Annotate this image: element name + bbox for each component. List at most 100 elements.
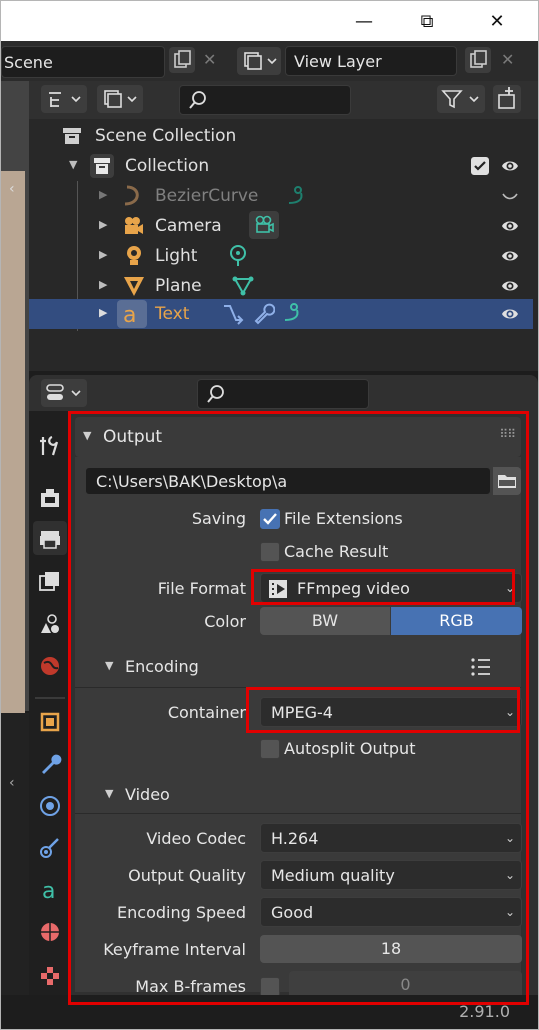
- new-view-layer-button[interactable]: [465, 47, 491, 73]
- image-stack-icon: [39, 572, 59, 591]
- tab-data[interactable]: a: [33, 873, 67, 907]
- copy-icon: [470, 50, 487, 68]
- top-header: Scene ✕ View Layer ✕: [1, 41, 538, 81]
- blender-window: — ⧉ ✕ Scene ✕ View Layer ✕ ‹ ‹ Scene Col…: [0, 0, 539, 1030]
- camera-data-icon: [255, 215, 274, 233]
- window-titlebar: — ⧉ ✕: [1, 1, 538, 41]
- svg-text:a: a: [123, 303, 136, 328]
- outliner-item-light[interactable]: ▶ Light: [29, 241, 533, 271]
- text-object-icon-bg: a: [117, 300, 147, 328]
- expand-triangle-icon[interactable]: ▶: [99, 278, 107, 291]
- tab-modifiers[interactable]: [33, 747, 67, 781]
- tab-object[interactable]: [33, 705, 67, 739]
- scene-collection-row[interactable]: Scene Collection: [29, 121, 533, 151]
- outliner-item-plane[interactable]: ▶ Plane: [29, 271, 533, 301]
- curve-icon: [124, 185, 139, 206]
- expand-triangle-icon[interactable]: ▼: [69, 158, 77, 171]
- expand-triangle-icon[interactable]: ▶: [99, 248, 107, 261]
- view-layer-browse[interactable]: [237, 47, 281, 75]
- camera-icon: [125, 217, 143, 234]
- filter-type-dropdown[interactable]: [97, 85, 143, 113]
- highlight-box-file-format: [251, 569, 515, 605]
- wrench-icon: [42, 754, 62, 774]
- outliner-tree: Scene Collection ▼ Collection ▶ BezierCu…: [29, 119, 538, 371]
- outliner-item-text[interactable]: ▶ a Text: [29, 299, 533, 329]
- collapse-arrow-icon[interactable]: ‹: [9, 775, 15, 791]
- close-button[interactable]: ✕: [474, 1, 520, 41]
- tab-scene[interactable]: [33, 607, 67, 641]
- minimize-button[interactable]: —: [341, 1, 387, 41]
- tab-world[interactable]: [33, 649, 67, 683]
- camera-data-button[interactable]: [249, 211, 279, 239]
- search-icon: [189, 91, 206, 109]
- filter-dropdown[interactable]: [437, 85, 485, 113]
- new-collection-icon: [498, 87, 515, 109]
- wrench-icon: [254, 303, 275, 325]
- outliner-item-beziercurve[interactable]: ▶ BezierCurve: [29, 181, 533, 211]
- scene-selector[interactable]: Scene: [1, 46, 165, 78]
- tab-output[interactable]: [33, 521, 67, 555]
- collapse-arrow-icon[interactable]: ‹: [9, 181, 15, 197]
- text-object-icon: a: [123, 303, 136, 328]
- material-icon: [41, 923, 59, 941]
- copy-icon: [174, 50, 191, 68]
- svg-text:a: a: [42, 879, 55, 903]
- tool-icon: [40, 435, 59, 456]
- outliner-item-camera[interactable]: ▶ Camera: [29, 211, 533, 241]
- text-data-icon: a: [42, 879, 55, 903]
- collection-box-icon: [63, 128, 81, 144]
- tab-tool[interactable]: [33, 429, 67, 463]
- eye-icon[interactable]: [501, 277, 519, 295]
- scene-icon: [41, 614, 59, 633]
- delete-scene-icon[interactable]: ✕: [203, 50, 216, 69]
- world-icon: [41, 657, 59, 675]
- view-layer-field[interactable]: View Layer: [285, 46, 457, 76]
- maximize-button[interactable]: ⧉: [404, 1, 450, 41]
- search-icon: [207, 385, 224, 403]
- expand-triangle-icon[interactable]: ▶: [99, 306, 107, 319]
- eye-icon[interactable]: [501, 305, 519, 323]
- tab-physics[interactable]: [33, 831, 67, 865]
- expand-triangle-icon[interactable]: ▶: [99, 188, 107, 201]
- light-data-icon: [230, 245, 246, 266]
- editor-type-dropdown[interactable]: [41, 379, 87, 407]
- render-icon: [41, 489, 59, 507]
- tab-particles[interactable]: [33, 789, 67, 823]
- new-collection-button[interactable]: [493, 85, 521, 113]
- object-icon: [40, 712, 60, 732]
- tab-material[interactable]: [33, 915, 67, 949]
- eye-closed-icon[interactable]: [501, 187, 519, 205]
- eye-icon[interactable]: [501, 157, 519, 175]
- mesh-object-icon: [124, 277, 144, 296]
- properties-icon: [46, 384, 81, 400]
- collection-row[interactable]: ▼ Collection: [29, 151, 533, 181]
- tab-render[interactable]: [33, 481, 67, 515]
- tabs-separator: [35, 697, 65, 699]
- highlight-box-container: [246, 687, 520, 733]
- checkmark-icon: [474, 161, 486, 171]
- properties-search-input[interactable]: [197, 379, 369, 409]
- constraint-icon: [224, 305, 244, 325]
- physics-icon: [40, 838, 59, 858]
- expand-triangle-icon[interactable]: ▶: [99, 218, 107, 231]
- image-stack-icon: [104, 90, 137, 108]
- outliner-search-input[interactable]: [179, 85, 351, 115]
- display-mode-dropdown[interactable]: [41, 85, 87, 113]
- printer-icon: [40, 531, 60, 549]
- outliner-icon: [49, 92, 81, 107]
- eye-icon[interactable]: [501, 217, 519, 235]
- tab-view-layer[interactable]: [33, 565, 67, 599]
- curve-data-icon: [288, 186, 303, 204]
- delete-view-layer-icon[interactable]: ✕: [501, 50, 514, 69]
- properties-tabs: a: [29, 411, 69, 995]
- outliner-header: [29, 81, 538, 119]
- viewport-content: [1, 171, 25, 791]
- collection-box-icon: [90, 154, 114, 178]
- image-stack-icon: [244, 52, 277, 70]
- exclude-checkbox[interactable]: [471, 157, 489, 175]
- mesh-data-icon: [232, 276, 254, 296]
- new-scene-button[interactable]: [169, 47, 195, 73]
- tab-texture[interactable]: [33, 959, 67, 993]
- eye-icon[interactable]: [501, 247, 519, 265]
- funnel-icon: [441, 90, 479, 109]
